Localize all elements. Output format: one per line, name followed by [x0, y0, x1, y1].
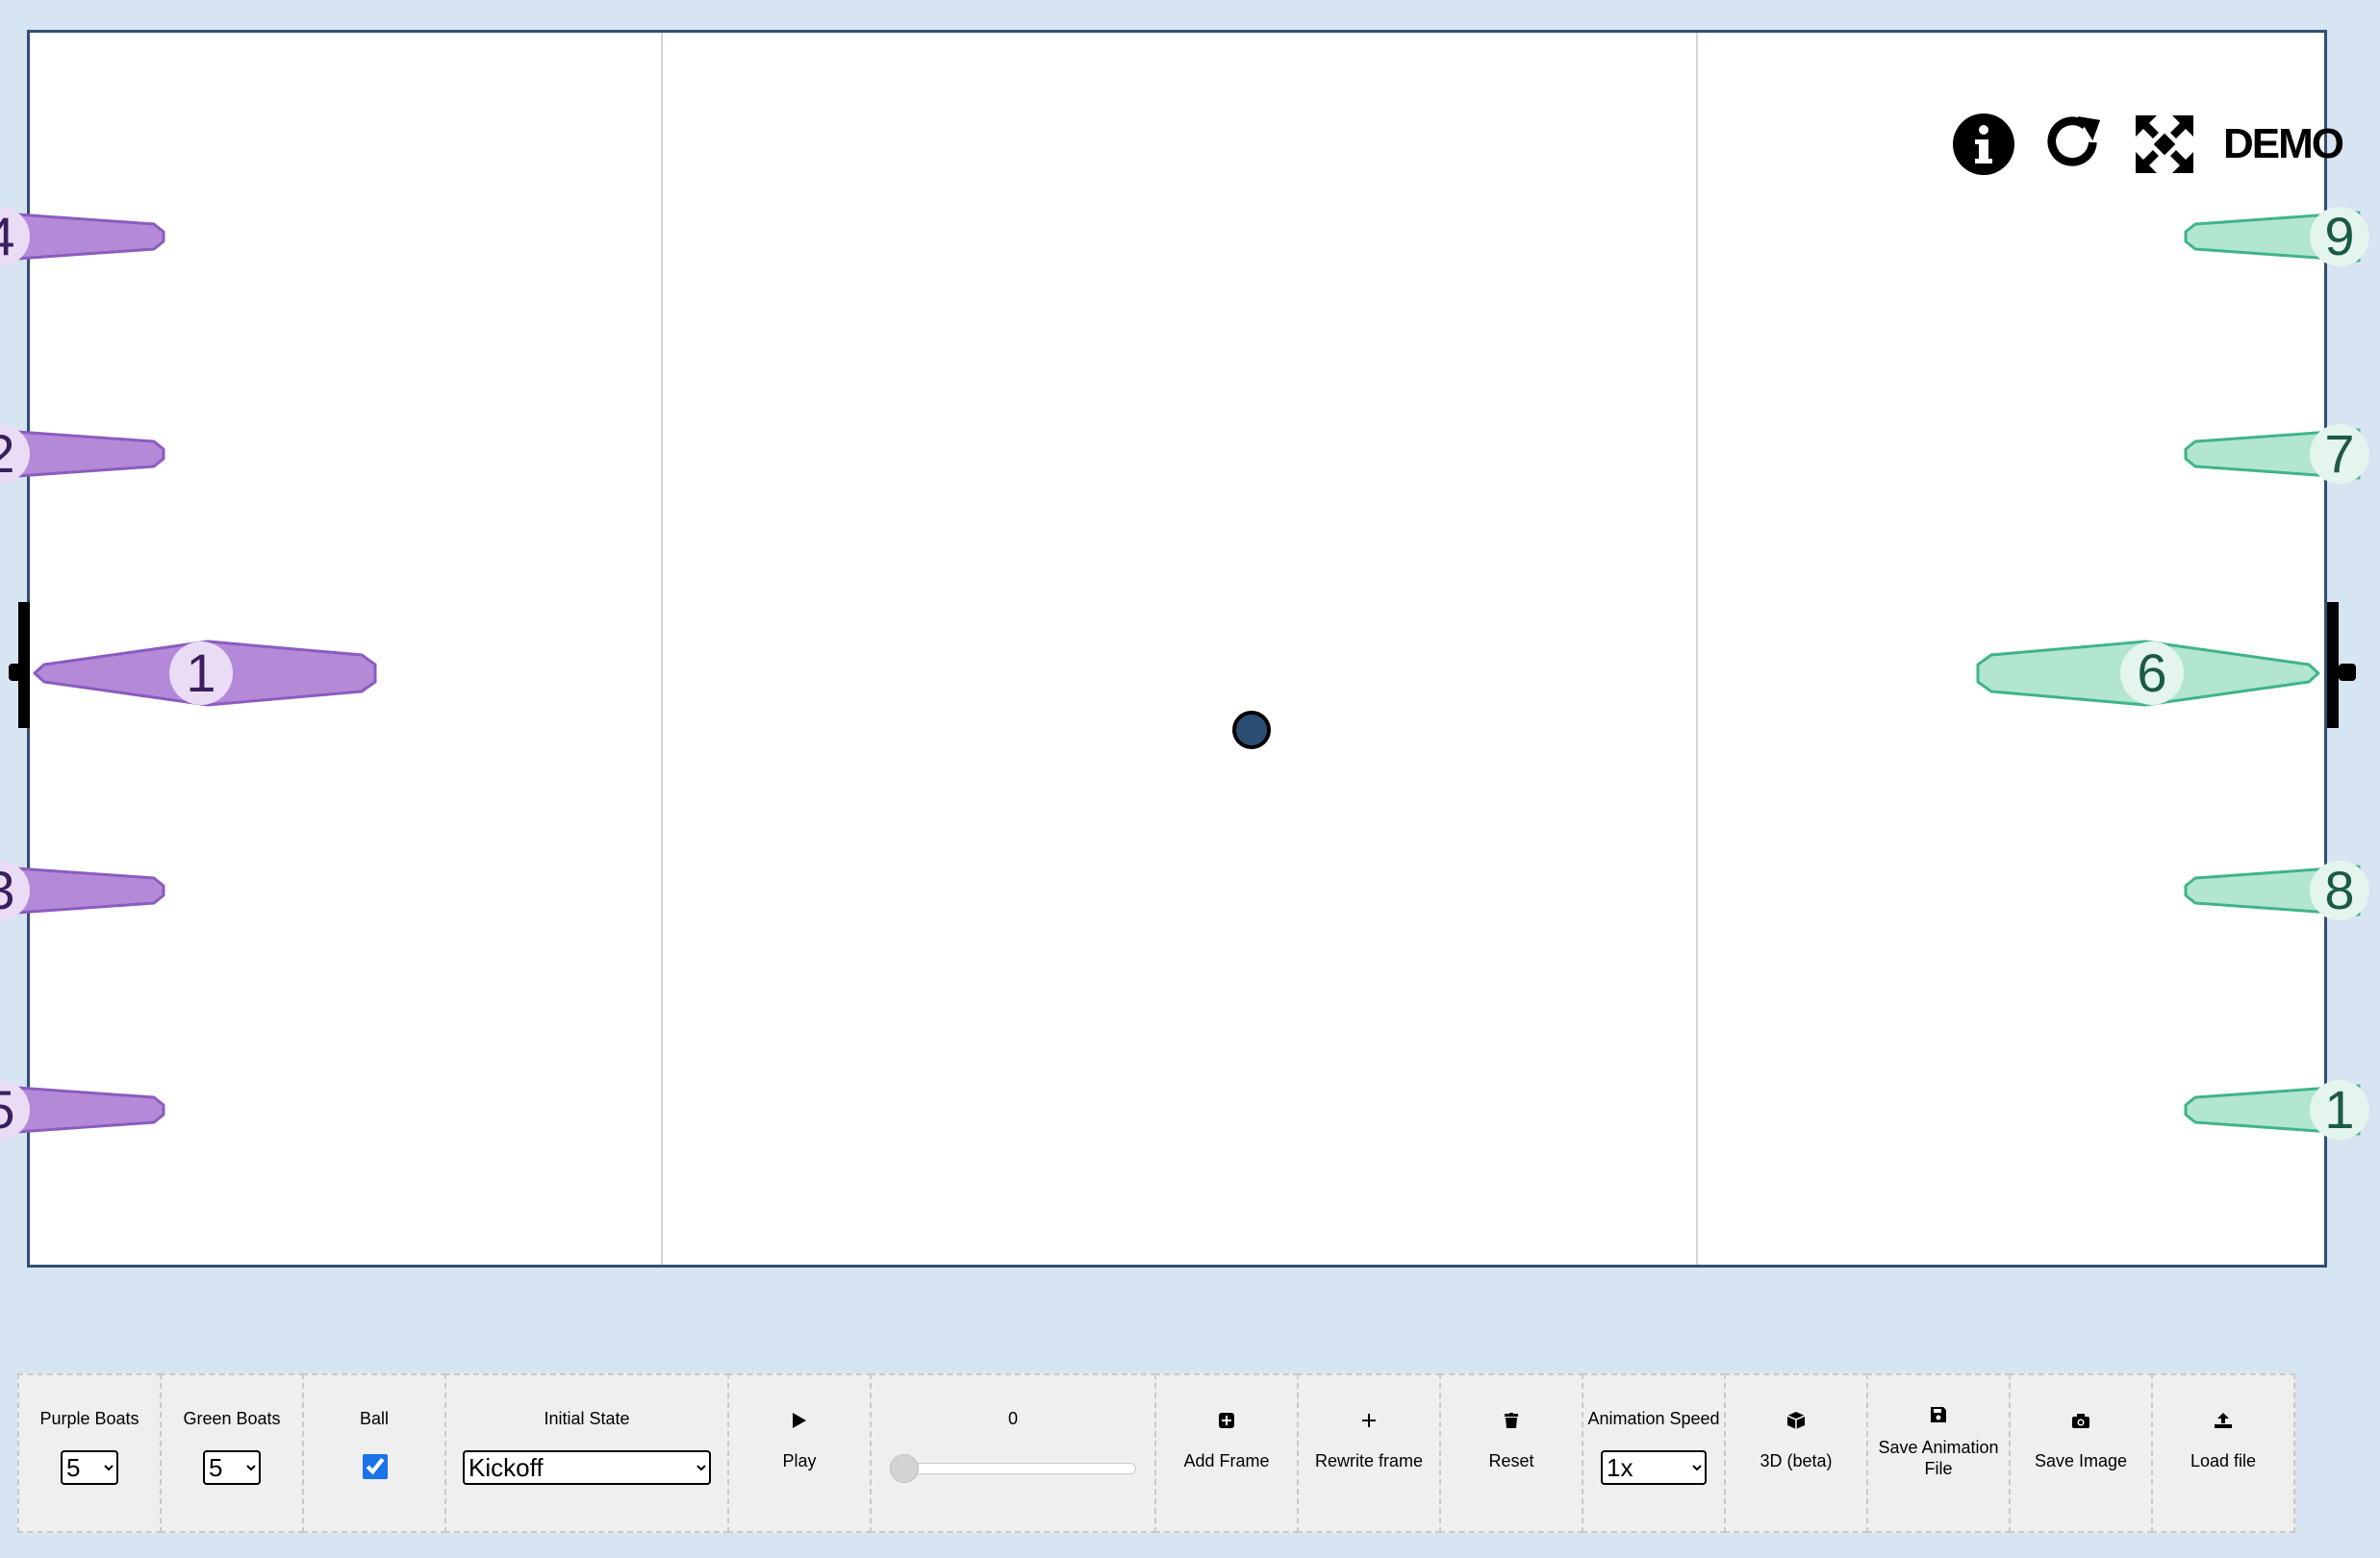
camera-icon: [2072, 1408, 2089, 1433]
play-icon: [793, 1408, 806, 1433]
green-boat[interactable]: 7: [2176, 423, 2369, 484]
save-image-button[interactable]: Save Image: [2009, 1373, 2153, 1533]
green-boat[interactable]: 8: [2176, 860, 2369, 920]
expand-arrows-icon[interactable]: [2133, 113, 2196, 176]
frame-control: 0: [870, 1373, 1156, 1533]
green-boat-number: 6: [2137, 642, 2167, 703]
right-goal: [2327, 602, 2339, 728]
ball-checkbox[interactable]: [362, 1454, 388, 1479]
load-file-button[interactable]: Load file: [2151, 1373, 2295, 1533]
play-label: Play: [782, 1451, 817, 1470]
purple-boat[interactable]: 4: [0, 207, 173, 266]
right-goal-marker: [2339, 664, 2356, 681]
ball-label: Ball: [359, 1409, 389, 1428]
green-boat[interactable]: 9: [2176, 206, 2369, 266]
3d-beta-button[interactable]: 3D (beta): [1724, 1373, 1868, 1533]
reset-label: Reset: [1488, 1451, 1534, 1470]
initial-state-select[interactable]: Kickoff: [463, 1450, 711, 1485]
animation-speed-select[interactable]: 1x: [1601, 1450, 1707, 1485]
green-boat[interactable]: 1: [2176, 1079, 2369, 1140]
purple-boat-number: 1: [186, 642, 216, 703]
plus-icon: [1361, 1408, 1377, 1433]
green-boat[interactable]: 6: [1976, 640, 2324, 707]
save-animation-label: Save Animation File: [1878, 1438, 1999, 1478]
purple-boat-number: 5: [0, 1083, 15, 1137]
demo-label: DEMO: [2223, 120, 2344, 167]
add-square-icon: [1219, 1408, 1234, 1433]
cube-icon: [1787, 1408, 1805, 1433]
reset-button[interactable]: Reset: [1439, 1373, 1583, 1533]
purple-boat[interactable]: 3: [0, 861, 173, 920]
left-goal-marker: [9, 664, 26, 681]
trash-icon: [1505, 1408, 1518, 1433]
redo-icon[interactable]: [2042, 113, 2106, 176]
floppy-icon: [1931, 1402, 1946, 1427]
3d-beta-label: 3D (beta): [1760, 1451, 1833, 1470]
purple-boat[interactable]: 2: [0, 424, 173, 484]
ball-control: Ball: [302, 1373, 446, 1533]
purple-boats-label: Purple Boats: [39, 1409, 139, 1428]
purple-boat[interactable]: 1: [33, 640, 381, 707]
initial-state-control: Initial State Kickoff: [444, 1373, 729, 1533]
green-boats-select[interactable]: 5: [203, 1450, 261, 1485]
right-zone-line: [1696, 33, 1698, 1265]
animation-speed-label: Animation Speed: [1587, 1409, 1720, 1428]
purple-boats-control: Purple Boats 5: [17, 1373, 162, 1533]
upload-icon: [2215, 1408, 2232, 1433]
rewrite-frame-label: Rewrite frame: [1314, 1451, 1424, 1470]
frame-slider-track: [890, 1463, 1136, 1474]
load-file-label: Load file: [2190, 1451, 2257, 1470]
purple-boat-number: 2: [0, 427, 15, 481]
info-icon[interactable]: [1952, 113, 2015, 176]
play-button[interactable]: Play: [727, 1373, 872, 1533]
save-image-label: Save Image: [2034, 1451, 2128, 1470]
green-boat-number: 8: [2324, 860, 2355, 920]
purple-boat[interactable]: 5: [0, 1080, 173, 1140]
green-boat-number: 1: [2324, 1079, 2355, 1140]
purple-boat-number: 3: [0, 864, 15, 917]
green-boat-number: 9: [2324, 206, 2355, 266]
purple-boat-number: 4: [0, 210, 15, 264]
control-panel: Purple Boats 5 Green Boats 5 Ball Initia…: [17, 1373, 2295, 1533]
add-frame-label: Add Frame: [1183, 1451, 1270, 1470]
frame-slider[interactable]: [890, 1454, 1136, 1483]
ball[interactable]: [1232, 711, 1271, 749]
field-toolbar: DEMO: [1952, 110, 2344, 179]
green-boat-number: 7: [2324, 423, 2355, 484]
purple-boats-select[interactable]: 5: [61, 1450, 118, 1485]
frame-slider-thumb[interactable]: [890, 1454, 919, 1483]
animation-speed-control: Animation Speed 1x: [1582, 1373, 1726, 1533]
add-frame-button[interactable]: Add Frame: [1154, 1373, 1299, 1533]
green-boats-control: Green Boats 5: [160, 1373, 304, 1533]
left-zone-line: [661, 33, 663, 1265]
green-boats-label: Green Boats: [183, 1409, 281, 1428]
save-animation-button[interactable]: Save Animation File: [1866, 1373, 2011, 1533]
frame-number: 0: [1007, 1409, 1018, 1428]
initial-state-label: Initial State: [544, 1409, 630, 1428]
rewrite-frame-button[interactable]: Rewrite frame: [1297, 1373, 1441, 1533]
